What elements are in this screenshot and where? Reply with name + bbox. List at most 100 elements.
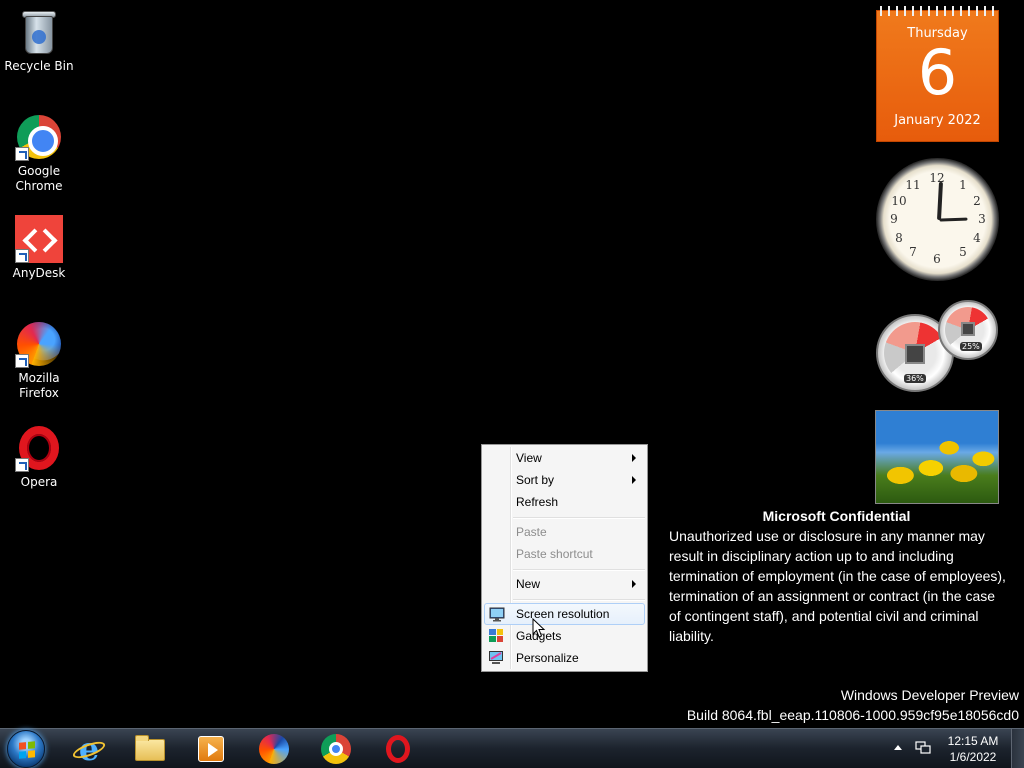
show-hidden-icons-arrow-icon[interactable] (894, 745, 902, 750)
recycle-bin-shortcut[interactable]: Recycle Bin (2, 8, 76, 74)
clock-number-10: 10 (891, 194, 907, 208)
menu-item-paste-shortcut: Paste shortcut (484, 543, 645, 565)
taskbar: e 12:15 AM 1/6/2022 (0, 728, 1024, 768)
firefox-label-line2: Firefox (19, 386, 59, 400)
anydesk-shortcut[interactable]: AnyDesk (2, 215, 76, 281)
shortcut-arrow-icon (15, 249, 29, 263)
system-clock[interactable]: 12:15 AM 1/6/2022 (937, 733, 1009, 765)
build-number: Build 8064.fbl_eeap.110806-1000.959cf95e… (686, 707, 1019, 723)
opera-shortcut[interactable]: Opera (2, 424, 76, 490)
clock-number-4: 4 (973, 231, 981, 245)
taskbar-opera[interactable] (369, 731, 427, 767)
clock-number-11: 11 (905, 178, 921, 192)
calendar-day-number: 6 (917, 36, 958, 109)
menu-item-refresh[interactable]: Refresh (484, 491, 645, 513)
clock-number-6: 6 (933, 252, 941, 266)
taskbar-media-player[interactable] (182, 731, 240, 767)
cpu-chip-icon (905, 344, 925, 364)
firefox-icon (259, 734, 289, 764)
firefox-label-line1: Mozilla (18, 371, 60, 385)
calendar-rings (880, 6, 997, 16)
submenu-arrow-icon (632, 476, 636, 484)
folder-icon (135, 734, 165, 764)
taskbar-file-explorer[interactable] (121, 731, 179, 767)
menu-item-gadgets[interactable]: Gadgets (484, 625, 645, 647)
internet-explorer-icon: e (70, 733, 108, 765)
menu-item-paste: Paste (484, 521, 645, 543)
menu-item-label: View (516, 451, 542, 465)
opera-icon (15, 424, 63, 472)
windows-logo-icon (19, 741, 35, 759)
clock-number-8: 8 (895, 231, 903, 245)
chrome-label-line2: Chrome (15, 179, 63, 193)
clock-number-3: 3 (978, 212, 986, 226)
taskbar-chrome[interactable] (307, 731, 365, 767)
menu-item-personalize[interactable]: Personalize (484, 647, 645, 669)
firefox-shortcut[interactable]: Mozilla Firefox (2, 320, 76, 401)
desktop-context-menu: View Sort by Refresh Paste Paste shortcu… (481, 444, 648, 672)
menu-item-label: Screen resolution (516, 607, 610, 621)
media-player-icon (196, 734, 226, 764)
menu-item-label: Personalize (516, 651, 579, 665)
clock-gadget[interactable]: 12 1 2 3 4 5 6 7 8 9 10 11 (876, 158, 999, 281)
clock-number-9: 9 (890, 212, 898, 226)
clock-time: 12:15 AM (947, 734, 999, 748)
network-icon[interactable] (915, 741, 931, 755)
menu-item-label: Refresh (516, 495, 559, 509)
menu-separator (513, 599, 645, 601)
memory-meter-gadget[interactable]: 25% (938, 300, 998, 360)
menu-item-sort-by[interactable]: Sort by (484, 469, 645, 491)
menu-item-label: Paste (516, 525, 547, 539)
clock-hour-hand (937, 181, 943, 221)
build-edition: Windows Developer Preview (840, 687, 1019, 703)
chrome-shortcut[interactable]: Google Chrome (2, 113, 76, 194)
taskbar-firefox[interactable] (245, 731, 303, 767)
chrome-label-line1: Google (17, 164, 61, 178)
shortcut-arrow-icon (15, 458, 29, 472)
shortcut-arrow-icon (15, 354, 29, 368)
menu-item-label: Sort by (516, 473, 555, 487)
display-icon (489, 607, 505, 622)
menu-item-screen-resolution[interactable]: Screen resolution (484, 603, 645, 625)
firefox-icon (15, 320, 63, 368)
recycle-bin-label: Recycle Bin (4, 59, 74, 73)
anydesk-icon (15, 215, 63, 263)
shortcut-arrow-icon (15, 147, 29, 161)
chrome-icon (15, 113, 63, 161)
build-watermark: Windows Developer Preview Build 8064.fbl… (687, 685, 1019, 725)
clock-number-7: 7 (909, 245, 917, 259)
slideshow-gadget[interactable] (875, 410, 999, 504)
personalize-icon (489, 651, 503, 664)
submenu-arrow-icon (632, 580, 636, 588)
confidential-body: Unauthorized use or disclosure in any ma… (669, 528, 1006, 644)
clock-number-2: 2 (973, 194, 981, 208)
submenu-arrow-icon (632, 454, 636, 462)
menu-separator (513, 517, 645, 519)
memory-percent: 25% (960, 342, 982, 351)
menu-item-view[interactable]: View (484, 447, 645, 469)
mouse-cursor-icon (532, 618, 546, 638)
clock-number-1: 1 (959, 178, 967, 192)
memory-chip-icon (961, 322, 975, 336)
calendar-month-year: January 2022 (894, 113, 981, 128)
chrome-icon (321, 734, 351, 764)
gadgets-icon (489, 629, 503, 642)
taskbar-internet-explorer[interactable]: e (60, 731, 118, 767)
menu-item-new[interactable]: New (484, 573, 645, 595)
opera-label: Opera (20, 475, 58, 489)
clock-number-5: 5 (959, 245, 967, 259)
show-desktop-button[interactable] (1011, 729, 1024, 768)
opera-icon (383, 734, 413, 764)
clock-minute-hand (939, 217, 968, 222)
recycle-bin-icon (15, 8, 63, 56)
menu-item-label: New (516, 577, 541, 591)
anydesk-label: AnyDesk (12, 266, 66, 280)
start-button[interactable] (7, 730, 45, 768)
confidential-title: Microsoft Confidential (762, 508, 911, 524)
menu-item-label: Paste shortcut (516, 547, 593, 561)
menu-separator (513, 569, 645, 571)
cpu-percent: 36% (904, 374, 926, 383)
calendar-gadget[interactable]: Thursday 6 January 2022 (876, 6, 999, 142)
confidential-notice: Microsoft Confidential Unauthorized use … (669, 506, 1009, 646)
clock-date: 1/6/2022 (949, 750, 997, 764)
